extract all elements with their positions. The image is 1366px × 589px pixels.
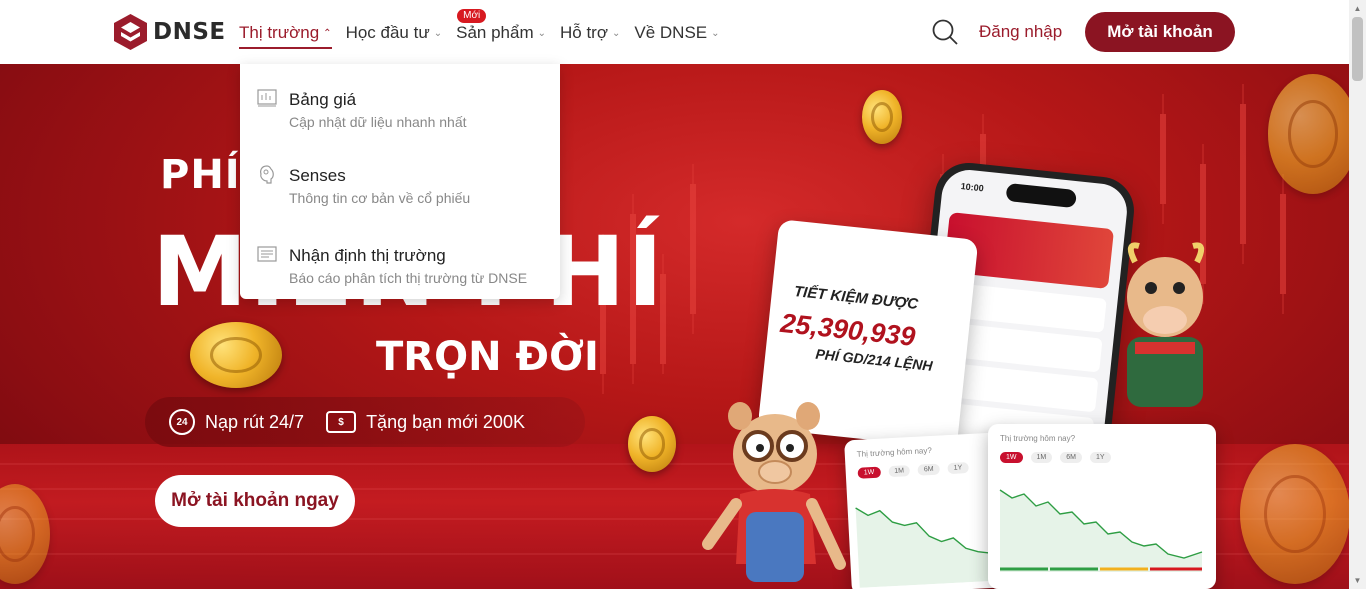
scrollbar-thumb[interactable] (1352, 17, 1363, 81)
search-icon[interactable] (931, 18, 959, 46)
nav-item-learn[interactable]: Học đầu tư ⌄ (346, 20, 443, 46)
savings-sub: PHÍ GD/214 LỆNH (814, 345, 934, 374)
nav-item-products[interactable]: Mới Sản phẩm ⌄ (456, 9, 546, 46)
nav-item-label: Hỗ trợ (560, 23, 608, 42)
dropdown-item-title: Nhận định thị trường (289, 246, 446, 265)
feature-bar: 24 Nạp rút 24/7 $ Tặng bạn mới 200K (145, 397, 585, 447)
chart-tab: 6M (917, 463, 940, 476)
hero-banner[interactable]: PHÍ MIỄN PHÍ TRỌN ĐỜI 24 Nạp rút 24/7 $ … (0, 64, 1349, 589)
coin-image (862, 90, 902, 144)
logo-text: DNSE (153, 19, 226, 45)
feature-label: Tặng bạn mới 200K (366, 411, 525, 432)
chevron-up-icon: ⌃ (323, 27, 332, 39)
coin-image (1240, 444, 1349, 584)
dropdown-item-desc: Báo cáo phân tích thị trường từ DNSE (289, 270, 528, 286)
card-icon: $ (326, 411, 357, 433)
report-icon (257, 246, 277, 262)
chart-tab: 1W (1000, 452, 1023, 463)
coin-image (628, 416, 676, 472)
scroll-up-arrow-icon[interactable]: ▲ (1349, 0, 1366, 17)
nav-item-label: Thị trường (239, 23, 320, 42)
hero-title-bottom: TRỌN ĐỜI (376, 334, 599, 380)
phone-notch (1005, 182, 1077, 209)
dropdown-item-market-outlook[interactable]: Nhận định thị trường Báo cáo phân tích t… (240, 228, 560, 298)
chevron-down-icon: ⌄ (537, 27, 546, 39)
main-nav: Thị trường ⌃ Học đầu tư ⌄ Mới Sản phẩm ⌄… (239, 9, 734, 49)
nav-item-about[interactable]: Về DNSE ⌄ (634, 20, 719, 46)
chart-card-tabs: 1W 1M 6M 1Y (1000, 452, 1111, 463)
dnse-logo-icon (114, 14, 147, 50)
price-board-icon (257, 89, 277, 107)
feature-gift: $ Tặng bạn mới 200K (326, 411, 525, 433)
nav-item-market[interactable]: Thị trường ⌃ (239, 20, 332, 49)
nav-item-label-wrap: Mới Sản phẩm (456, 9, 534, 43)
open-account-now-button[interactable]: Mở tài khoản ngay (155, 475, 355, 527)
dropdown-item-desc: Thông tin cơ bản về cổ phiếu (289, 190, 471, 206)
chart-tab: 6M (1060, 452, 1082, 463)
login-link[interactable]: Đăng nhập (979, 22, 1062, 42)
logo[interactable]: DNSE (114, 14, 226, 50)
hero-title-top: PHÍ (160, 152, 241, 198)
open-account-button[interactable]: Mở tài khoản (1085, 12, 1235, 52)
mini-line-chart (999, 489, 1203, 572)
phone-time: 10:00 (960, 181, 985, 194)
feature-deposit: 24 Nạp rút 24/7 (169, 409, 304, 435)
nav-item-label: Sản phẩm (456, 23, 534, 42)
pig-mascot-image (702, 402, 846, 582)
coin-image (190, 322, 282, 388)
coin-image (1268, 74, 1349, 194)
scroll-down-arrow-icon[interactable]: ▼ (1349, 572, 1366, 589)
dropdown-item-title: Senses (289, 166, 346, 185)
chart-tab: 1M (887, 465, 911, 478)
chevron-down-icon: ⌄ (711, 27, 720, 39)
chevron-down-icon: ⌄ (612, 27, 621, 39)
savings-value: 25,390,939 (779, 307, 917, 352)
dropdown-item-title: Bảng giá (289, 90, 357, 109)
nav-item-label: Về DNSE (634, 23, 708, 42)
market-dropdown-menu: Bảng giá Cập nhật dữ liệu nhanh nhất Sen… (240, 64, 560, 299)
dropdown-item-senses[interactable]: Senses Thông tin cơ bản về cổ phiếu (240, 148, 560, 218)
site-header: DNSE Thị trường ⌃ Học đầu tư ⌄ Mới Sản p… (0, 0, 1349, 64)
chevron-down-icon: ⌄ (433, 27, 443, 39)
chart-card: Thị trường hôm nay? 1W 1M 6M 1Y (988, 424, 1216, 589)
page-scrollbar[interactable]: ▲ ▼ (1349, 0, 1366, 589)
savings-label: TIẾT KIỆM ĐƯỢC (793, 283, 919, 314)
clock-24-icon: 24 (169, 409, 195, 435)
dropdown-item-desc: Cập nhật dữ liệu nhanh nhất (289, 114, 467, 130)
chart-tab: 1Y (947, 462, 969, 475)
chart-card-title: Thị trường hôm nay? (1000, 434, 1076, 443)
feature-label: Nạp rút 24/7 (205, 411, 305, 432)
cow-mascot-image (1127, 242, 1205, 407)
new-badge: Mới (457, 9, 487, 23)
dropdown-item-price-board[interactable]: Bảng giá Cập nhật dữ liệu nhanh nhất (240, 72, 560, 142)
nav-item-label: Học đầu tư (345, 23, 430, 42)
brain-icon (260, 165, 274, 184)
chart-tab: 1M (1030, 452, 1053, 463)
nav-item-support[interactable]: Hỗ trợ ⌄ (560, 20, 620, 46)
chart-tab: 1Y (1089, 452, 1111, 463)
